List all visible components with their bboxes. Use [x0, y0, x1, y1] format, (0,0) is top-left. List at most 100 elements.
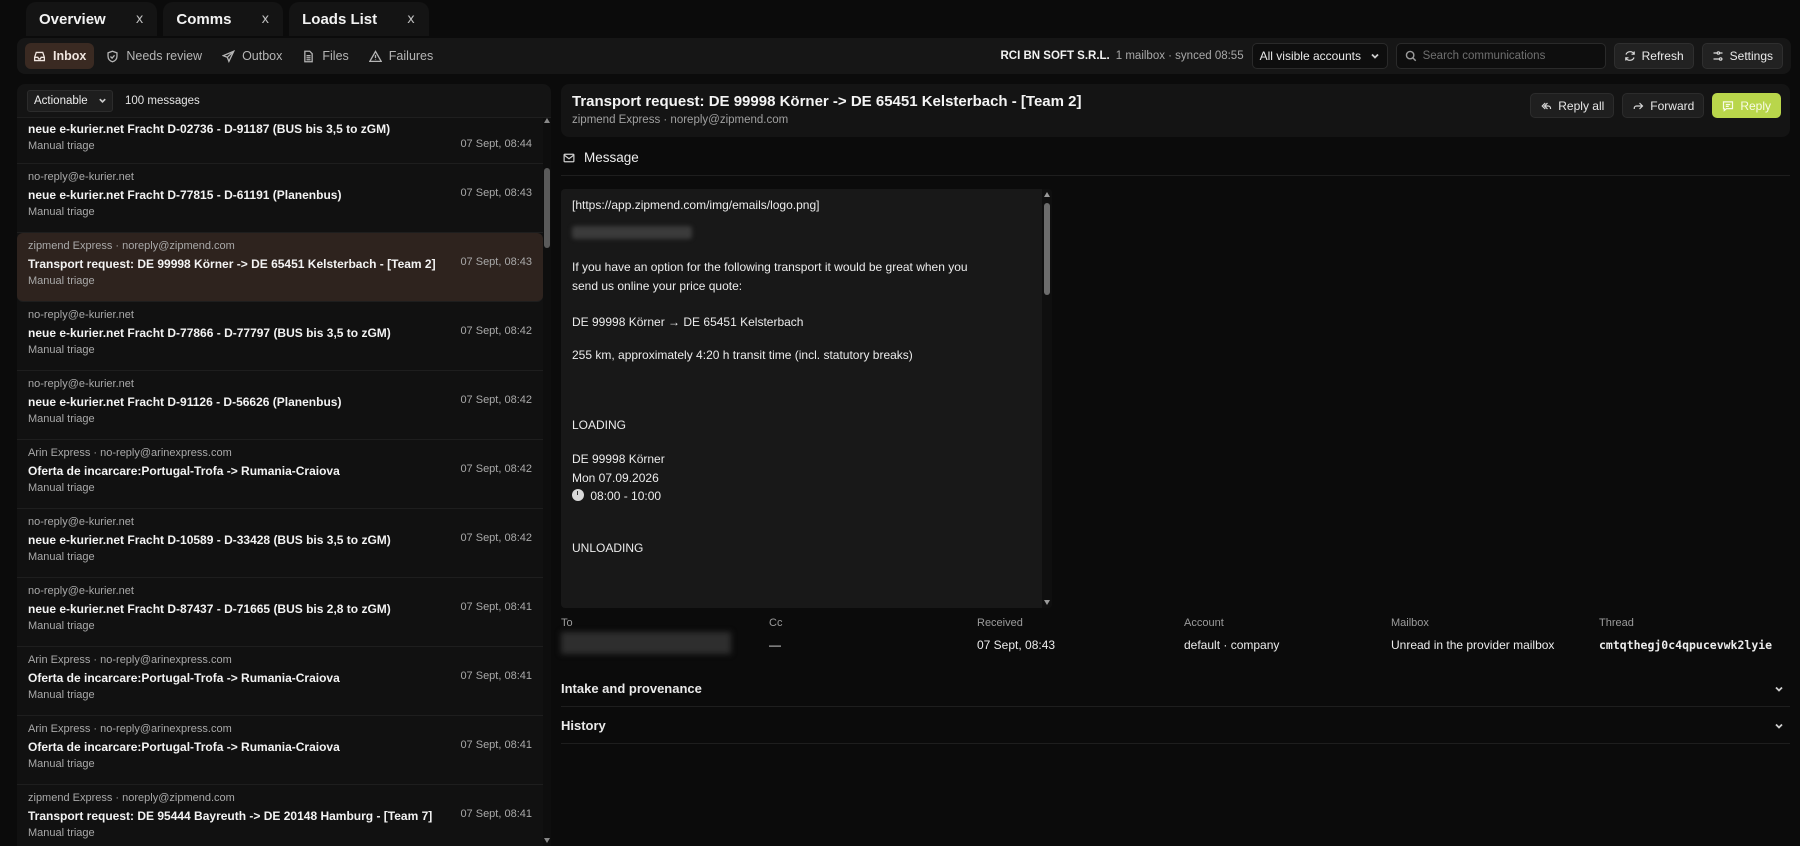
- message-status: Manual triage: [28, 758, 95, 770]
- list-item[interactable]: Arin Express · no-reply@arinexpress.com …: [17, 716, 543, 785]
- message-time: 07 Sept, 08:42: [460, 463, 532, 475]
- message-section-label: Message: [584, 150, 639, 165]
- message-section-header: Message: [563, 150, 639, 165]
- list-item[interactable]: neue e-kurier.net Fracht D-02736 - D-911…: [17, 118, 543, 164]
- body-loading-time-line: 08:00 - 10:00: [572, 487, 1032, 506]
- meta-label: Received: [977, 617, 1023, 629]
- list-item[interactable]: zipmend Express · noreply@zipmend.com Tr…: [17, 785, 543, 846]
- filter-select[interactable]: Actionable: [27, 89, 113, 112]
- message-from: zipmend Express · noreply@zipmend.com: [28, 792, 235, 804]
- chevron-down-icon: [1775, 686, 1783, 692]
- search-box[interactable]: [1395, 43, 1606, 69]
- nav-outbox[interactable]: Outbox: [214, 43, 290, 69]
- scroll-up-arrow[interactable]: [1044, 192, 1050, 197]
- message-time: 07 Sept, 08:42: [460, 325, 532, 337]
- body-route: DE 99998 Körner → DE 65451 Kelsterbach: [572, 314, 804, 329]
- tab-label: Overview: [39, 10, 106, 28]
- clock-icon: [572, 489, 584, 502]
- message-time: 07 Sept, 08:42: [460, 532, 532, 544]
- scrollbar-thumb[interactable]: [1044, 203, 1050, 295]
- message-list-pane: Actionable 100 messages neue e-kurier.ne…: [17, 84, 551, 846]
- close-icon[interactable]: x: [261, 12, 269, 27]
- inbox-icon: [33, 51, 46, 61]
- reply-actions: Reply all Forward Reply: [1530, 93, 1781, 118]
- message-subject: Oferta de incarcare:Portugal-Trofa -> Ru…: [28, 671, 340, 685]
- message-status: Manual triage: [28, 482, 95, 494]
- reply-all-button[interactable]: Reply all: [1530, 93, 1615, 118]
- toolbar: Inbox Needs review Outbox Files Failures…: [17, 38, 1791, 74]
- message-status: Manual triage: [28, 140, 95, 152]
- message-subject: Transport request: DE 99998 Körner -> DE…: [28, 257, 436, 271]
- scroll-down-arrow[interactable]: [544, 838, 550, 843]
- message-from: Arin Express · no-reply@arinexpress.com: [28, 654, 232, 666]
- list-item[interactable]: no-reply@e-kurier.net neue e-kurier.net …: [17, 371, 543, 440]
- list-item[interactable]: no-reply@e-kurier.net neue e-kurier.net …: [17, 164, 543, 233]
- nav-failures[interactable]: Failures: [361, 43, 441, 69]
- body-logo-line: [https://app.zipmend.com/img/emails/logo…: [572, 198, 820, 212]
- message-subject: neue e-kurier.net Fracht D-02736 - D-911…: [28, 122, 391, 136]
- message-subject: Oferta de incarcare:Portugal-Trofa -> Ru…: [28, 464, 340, 478]
- reply-label: Reply: [1740, 98, 1771, 113]
- nav-label: Files: [322, 49, 349, 63]
- search-input[interactable]: [1422, 50, 1593, 62]
- message-from: no-reply@e-kurier.net: [28, 516, 134, 528]
- meta-thread: Thread cmtqthegj0c4qpucevwk2lyie: [1599, 617, 1772, 652]
- message-time: 07 Sept, 08:41: [460, 601, 532, 613]
- message-time: 07 Sept, 08:41: [460, 808, 532, 820]
- chevron-down-icon: [1370, 53, 1379, 59]
- reply-all-icon: [1541, 102, 1552, 109]
- list-item[interactable]: no-reply@e-kurier.net neue e-kurier.net …: [17, 578, 543, 647]
- nav-label: Failures: [388, 49, 434, 63]
- refresh-label: Refresh: [1641, 49, 1684, 63]
- close-icon[interactable]: x: [407, 12, 415, 27]
- nav-label: Needs review: [126, 49, 203, 63]
- scrollbar-thumb[interactable]: [544, 168, 550, 248]
- tab-loads-list[interactable]: Loads List x: [289, 2, 429, 36]
- body-unloading-heading: UNLOADING: [572, 541, 644, 556]
- list-item[interactable]: no-reply@e-kurier.net neue e-kurier.net …: [17, 509, 543, 578]
- list-item[interactable]: Arin Express · no-reply@arinexpress.com …: [17, 440, 543, 509]
- list-scrollbar[interactable]: [543, 118, 551, 846]
- nav-inbox[interactable]: Inbox: [25, 43, 95, 69]
- message-from: no-reply@e-kurier.net: [28, 309, 134, 321]
- tab-bar: Overview x Comms x Loads List x: [0, 0, 1800, 36]
- nav-files[interactable]: Files: [294, 43, 356, 69]
- list-item[interactable]: Arin Express · no-reply@arinexpress.com …: [17, 647, 543, 716]
- detail-header: Transport request: DE 99998 Körner -> DE…: [561, 84, 1790, 137]
- tab-overview[interactable]: Overview x: [26, 2, 158, 36]
- meta-label: Cc: [769, 617, 783, 629]
- refresh-button[interactable]: Refresh: [1613, 43, 1694, 69]
- reply-button[interactable]: Reply: [1712, 93, 1781, 118]
- message-subject: neue e-kurier.net Fracht D-10589 - D-334…: [28, 533, 391, 547]
- meta-value: —: [769, 638, 781, 652]
- search-icon: [1405, 50, 1416, 62]
- body-distance: 255 km, approximately 4:20 h transit tim…: [572, 347, 913, 362]
- settings-button[interactable]: Settings: [1701, 43, 1783, 69]
- list-item[interactable]: no-reply@e-kurier.net neue e-kurier.net …: [17, 302, 543, 371]
- body-intro: If you have an option for the following …: [572, 260, 968, 294]
- list-item-selected[interactable]: zipmend Express · noreply@zipmend.com Tr…: [17, 233, 543, 302]
- history-accordion[interactable]: History: [561, 708, 1790, 744]
- account-select[interactable]: All visible accounts: [1251, 43, 1388, 69]
- message-status: Manual triage: [28, 551, 95, 563]
- accordion-label: History: [561, 718, 606, 733]
- meta-label: To: [561, 617, 573, 629]
- message-subject: Transport request: DE 95444 Bayreuth -> …: [28, 809, 433, 823]
- scroll-up-arrow[interactable]: [544, 118, 550, 123]
- body-loading-place: DE 99998 Körner: [572, 451, 665, 466]
- redacted-block: [572, 226, 692, 240]
- scroll-down-arrow[interactable]: [1044, 600, 1050, 605]
- intake-provenance-accordion[interactable]: Intake and provenance: [561, 671, 1790, 707]
- message-status: Manual triage: [28, 413, 95, 425]
- message-detail-pane: Transport request: DE 99998 Körner -> DE…: [561, 84, 1790, 846]
- close-icon[interactable]: x: [136, 12, 144, 27]
- message-body: [https://app.zipmend.com/img/emails/logo…: [561, 189, 1052, 608]
- sliders-icon: [1713, 51, 1723, 61]
- nav-needs-review[interactable]: Needs review: [98, 43, 210, 69]
- message-from: Arin Express · no-reply@arinexpress.com: [28, 723, 232, 735]
- tab-comms[interactable]: Comms x: [163, 2, 284, 36]
- body-scrollbar[interactable]: [1042, 189, 1052, 608]
- forward-button[interactable]: Forward: [1622, 93, 1705, 118]
- filter-select-value: Actionable: [34, 94, 88, 107]
- message-list: neue e-kurier.net Fracht D-02736 - D-911…: [17, 118, 543, 846]
